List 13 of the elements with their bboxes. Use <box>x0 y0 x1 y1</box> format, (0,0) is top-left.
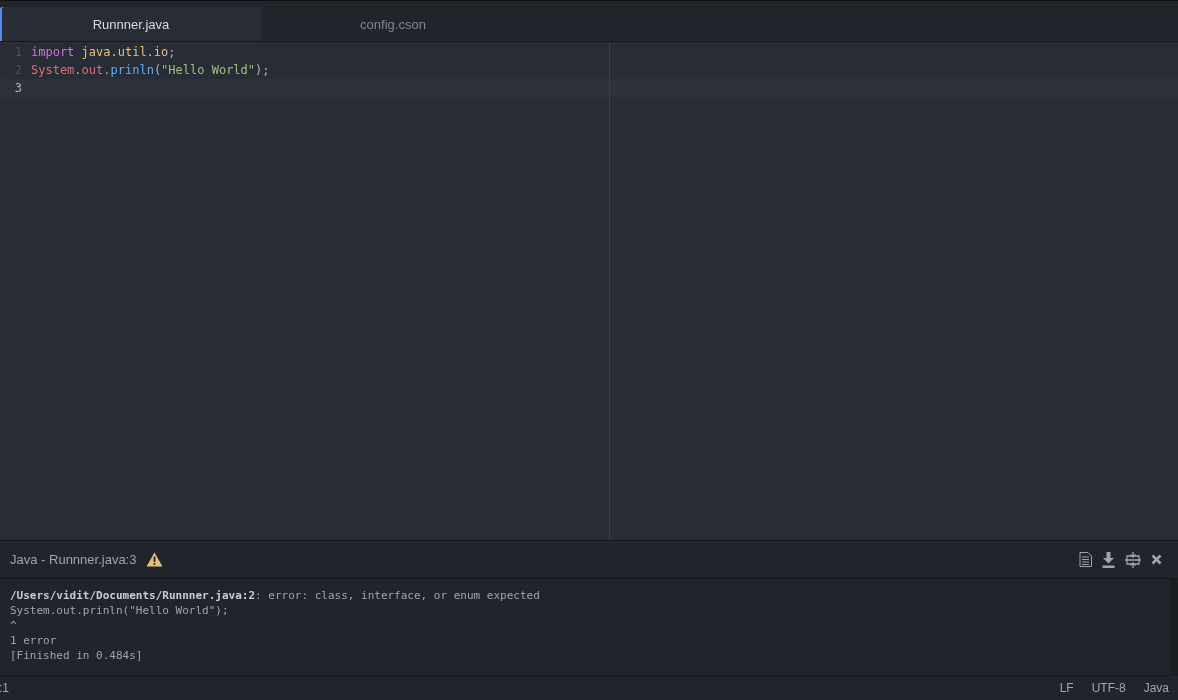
code-line: import java.util.io; <box>31 44 177 61</box>
cursor-position[interactable]: :1 <box>0 681 9 695</box>
status-item[interactable]: UTF-8 <box>1091 681 1126 695</box>
line-number: 3 <box>13 81 23 95</box>
status-item[interactable]: LF <box>1059 681 1074 695</box>
code-line: System.out.prinln("Hello World"); <box>31 62 271 79</box>
document-icon[interactable] <box>1079 552 1092 567</box>
close-icon[interactable] <box>1151 554 1162 565</box>
editor-tab[interactable]: Runnner.java <box>0 7 262 41</box>
download-icon[interactable] <box>1102 551 1115 568</box>
panel-title: Java - Runnner.java:3 <box>10 552 137 567</box>
status-item[interactable]: Java <box>1143 681 1169 695</box>
collapse-icon[interactable] <box>1125 551 1141 568</box>
